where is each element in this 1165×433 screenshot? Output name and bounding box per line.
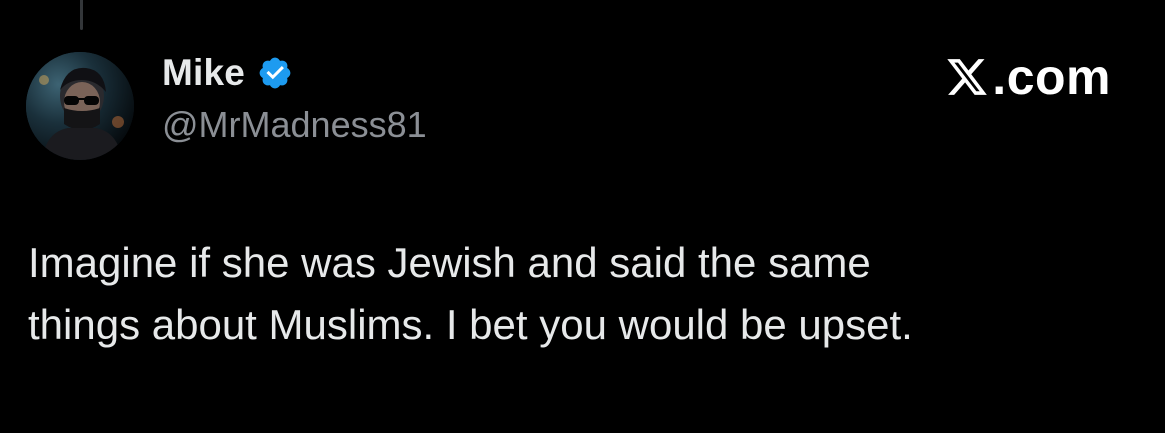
avatar-image: [26, 52, 134, 160]
thread-connector-line: [80, 0, 83, 30]
avatar[interactable]: [26, 52, 134, 160]
author-name-row: Mike: [162, 52, 293, 94]
tweet-body: Imagine if she was Jewish and said the s…: [28, 232, 1138, 356]
verified-badge-icon: [257, 55, 293, 91]
author-display-name[interactable]: Mike: [162, 52, 245, 94]
x-logo-icon: [944, 55, 990, 99]
tweet-text-line: Imagine if she was Jewish and said the s…: [28, 239, 871, 286]
author-handle[interactable]: @MrMadness81: [162, 104, 427, 146]
brand-domain-label: .com: [992, 49, 1111, 105]
brand-watermark: .com: [944, 48, 1111, 106]
tweet-text-line: things about Muslims. I bet you would be…: [28, 301, 913, 348]
